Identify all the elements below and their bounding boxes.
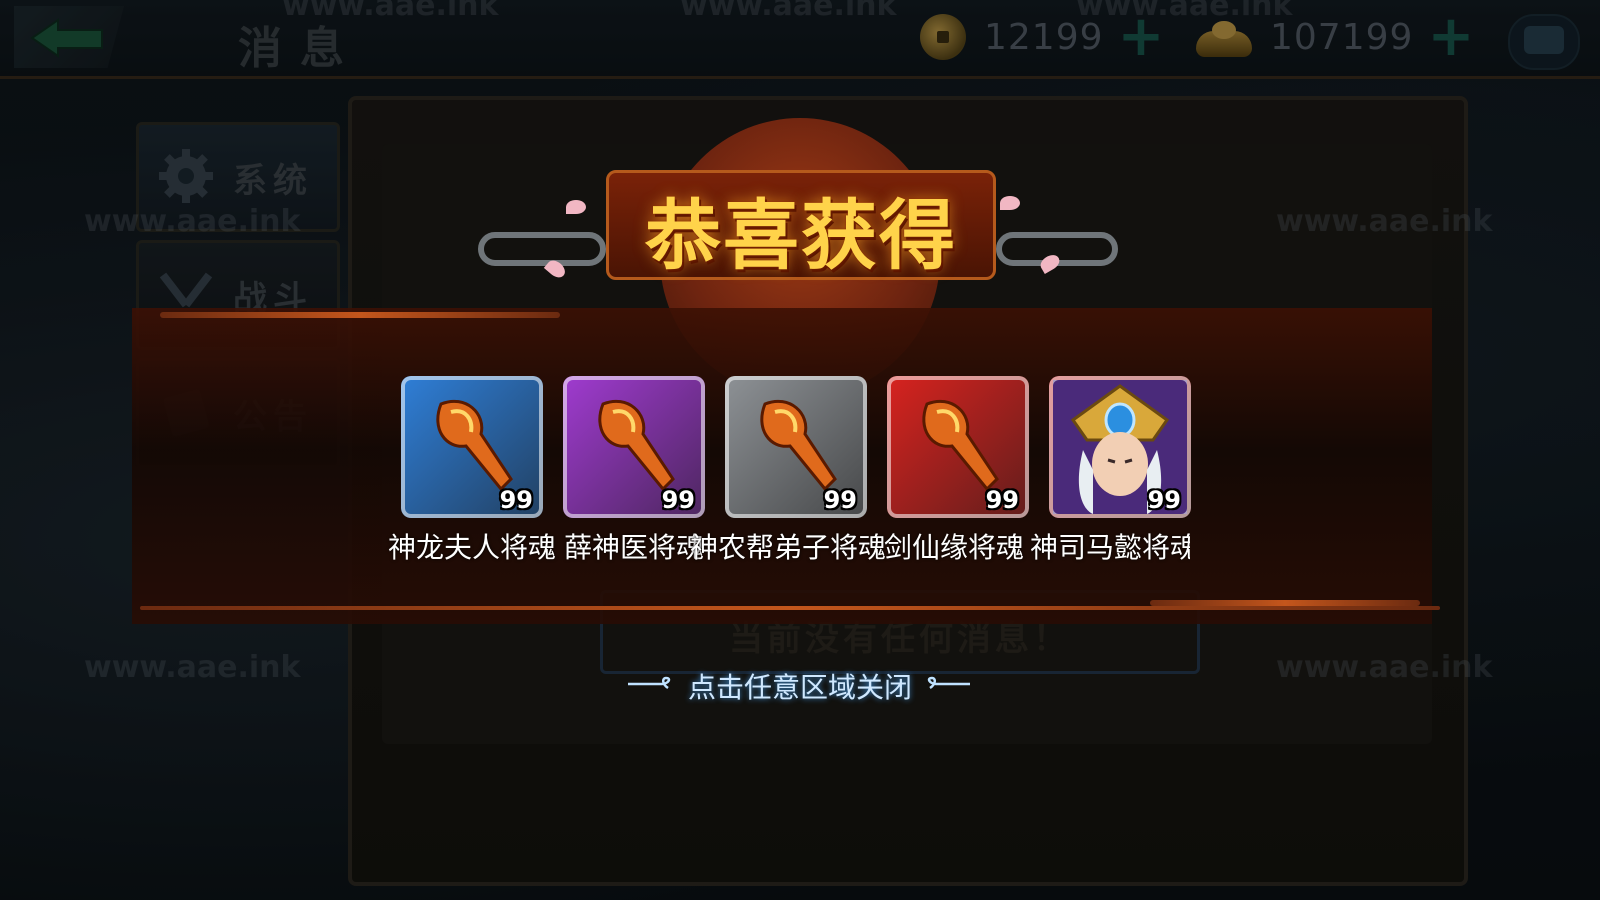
reward-item-card[interactable]: 99 [563, 376, 705, 518]
petal-decoration [566, 200, 586, 214]
item-quantity: 99 [661, 486, 695, 514]
item-name: 神龙夫人将魂 [388, 531, 557, 564]
reward-item-card[interactable]: 99 [725, 376, 867, 518]
reward-item-card[interactable]: 99 [887, 376, 1029, 518]
item-quantity: 99 [499, 486, 533, 514]
item-name: 薛神医将魂 [564, 531, 705, 564]
item-name: 剑仙缘将魂 [884, 531, 1025, 564]
reward-title: 恭喜获得 [645, 191, 957, 280]
item-quantity: 99 [985, 486, 1019, 514]
swirl-decoration-right [927, 676, 970, 690]
cloud-decoration [478, 232, 606, 266]
close-hint[interactable]: 点击任意区域关闭 [640, 666, 960, 706]
item-name: 神司马懿将魂 [1030, 531, 1190, 564]
band-line [140, 606, 1440, 610]
item-quantity: 99 [1147, 486, 1181, 514]
reward-item-card[interactable]: 99 [401, 376, 543, 518]
item-name: 神农帮弟子将魂 [690, 531, 887, 564]
reward-item-card[interactable]: 99 [1049, 376, 1191, 518]
band-line [160, 312, 560, 318]
item-quantity: 99 [823, 486, 857, 514]
band-line [1150, 600, 1420, 606]
petal-decoration [1000, 196, 1020, 210]
